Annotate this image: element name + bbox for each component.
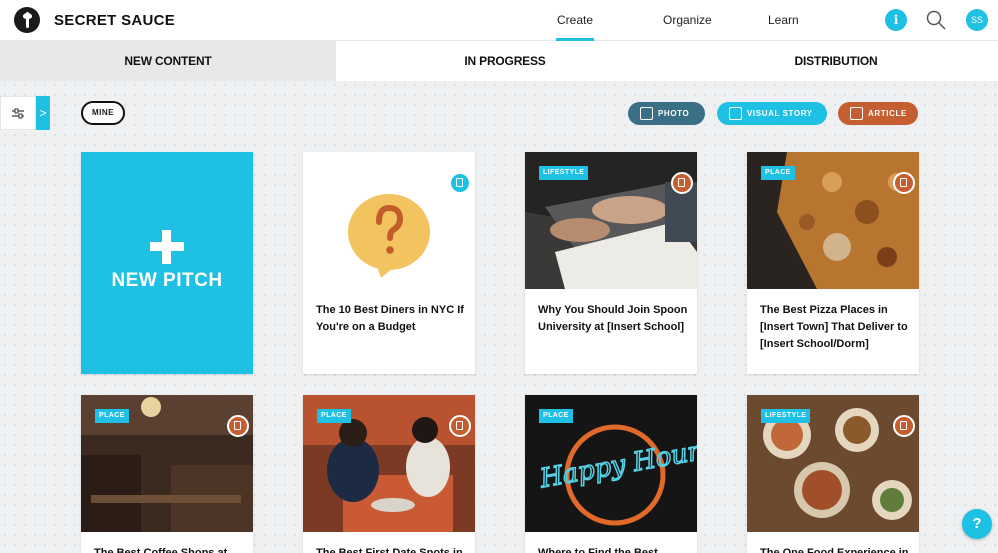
article-icon	[850, 107, 863, 120]
pitch-card[interactable]: LIFESTYLE The One Food Experience in	[747, 395, 919, 553]
card-title: The Best Pizza Places in [Insert Town] T…	[760, 304, 908, 350]
category-tag: PLACE	[317, 409, 351, 423]
avatar[interactable]: SS	[966, 9, 988, 31]
nav-create[interactable]: Create	[555, 13, 595, 41]
card-title: The 10 Best Diners in NYC If You're on a…	[316, 304, 464, 333]
filter-toggle[interactable]	[0, 96, 36, 130]
info-icon[interactable]: i	[885, 9, 907, 31]
film-icon	[729, 107, 742, 120]
tab-distribution[interactable]: DISTRIBUTION	[674, 41, 998, 81]
category-tag: LIFESTYLE	[761, 409, 811, 423]
visual-story-filter-chip[interactable]: VISUAL STORY	[717, 102, 827, 125]
card-title: Where to Find the Best	[538, 547, 658, 553]
article-badge-icon	[449, 415, 471, 437]
search-icon[interactable]	[925, 9, 947, 31]
pitch-card[interactable]: PLACE The Best First Date Spots in	[303, 395, 475, 553]
category-tag: PLACE	[539, 409, 573, 423]
nav-organize[interactable]: Organize	[663, 13, 712, 27]
top-bar: SECRET SAUCE Create Organize Learn i SS	[0, 0, 998, 41]
card-title: The Best Coffee Shops at	[94, 547, 228, 553]
pitch-card[interactable]: PLACE The Best Coffee Shops at	[81, 395, 253, 553]
card-title: The One Food Experience in	[760, 547, 909, 553]
pitch-card[interactable]: Happy Hour PLACE Where to Find the Best	[525, 395, 697, 553]
category-tag: LIFESTYLE	[539, 166, 589, 180]
visual-story-filter-label: VISUAL STORY	[747, 109, 813, 118]
article-badge-icon	[893, 415, 915, 437]
article-badge-icon	[227, 415, 249, 437]
help-button[interactable]: ?	[962, 509, 992, 539]
tab-in-progress[interactable]: IN PROGRESS	[336, 41, 674, 81]
photo-filter-chip[interactable]: PHOTO	[628, 102, 705, 125]
article-badge-icon	[671, 172, 693, 194]
pitch-card[interactable]: PLACE The Best Pizza Places in [Insert T…	[747, 152, 919, 374]
tab-new-content[interactable]: NEW CONTENT	[0, 41, 336, 81]
article-filter-label: ARTICLE	[868, 109, 907, 118]
chevron-right-icon[interactable]: >	[36, 96, 50, 130]
category-tag: PLACE	[761, 166, 795, 180]
pitch-card[interactable]: The 10 Best Diners in NYC If You're on a…	[303, 152, 475, 374]
new-pitch-card[interactable]: NEW PITCH	[81, 152, 253, 374]
card-title: Why You Should Join Spoon University at …	[538, 304, 688, 333]
card-title: The Best First Date Spots in	[316, 547, 463, 553]
category-tag: PLACE	[95, 409, 129, 423]
sliders-icon	[12, 108, 24, 119]
article-badge-icon	[893, 172, 915, 194]
card-image	[303, 152, 475, 289]
question-bubble-icon	[348, 194, 430, 278]
brand-name[interactable]: SECRET SAUCE	[54, 12, 175, 29]
pitch-card[interactable]: LIFESTYLE Why You Should Join Spoon Univ…	[525, 152, 697, 374]
section-tabs: NEW CONTENT IN PROGRESS DISTRIBUTION	[0, 41, 998, 81]
photo-filter-label: PHOTO	[658, 109, 690, 118]
spoon-logo-icon[interactable]	[14, 7, 40, 33]
article-filter-chip[interactable]: ARTICLE	[838, 102, 918, 125]
nav-learn[interactable]: Learn	[768, 13, 799, 27]
photo-icon	[640, 107, 653, 120]
visual-story-badge-icon	[449, 172, 471, 194]
new-pitch-label: NEW PITCH	[111, 270, 223, 291]
mine-filter-chip[interactable]: MINE	[81, 101, 125, 125]
